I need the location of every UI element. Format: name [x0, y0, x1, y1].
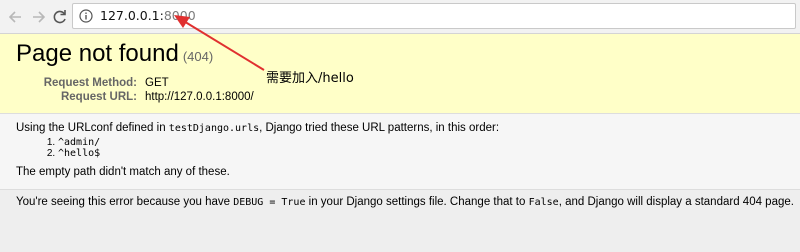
url-host: 127.0.0.1:: [100, 8, 164, 23]
request-method-label: Request Method:: [43, 77, 137, 89]
debug-setting-code: DEBUG = True: [233, 197, 306, 208]
urlconf-intro: Using the URLconf defined in testDjango.…: [16, 122, 499, 134]
forward-button[interactable]: [28, 6, 48, 28]
explanation-after: , and Django will display a standard 404…: [558, 196, 794, 208]
empty-path-message: The empty path didn't match any of these…: [16, 166, 230, 178]
url-pattern: ^hello$: [58, 148, 101, 159]
explanation-middle: in your Django settings file. Change tha…: [305, 196, 529, 208]
page-title: Page not found (404): [16, 40, 213, 68]
reload-button[interactable]: [50, 6, 70, 28]
intro-before: Using the URLconf defined in: [16, 122, 169, 134]
table-row: Request Method: GET: [16, 76, 254, 90]
list-item: ^hello$: [58, 148, 100, 159]
forward-arrow-icon: [33, 11, 46, 23]
request-url-label: Request URL:: [60, 91, 137, 103]
urlconf-info: Using the URLconf defined in testDjango.…: [0, 114, 800, 190]
status-code: (404): [182, 49, 214, 64]
info-icon[interactable]: [79, 9, 93, 23]
debug-explanation: You're seeing this error because you hav…: [0, 190, 800, 252]
annotation-note: 需要加入/hello: [266, 71, 354, 86]
request-method-value: GET: [145, 77, 169, 89]
false-code: False: [528, 197, 559, 208]
title-text: Page not found: [16, 40, 179, 67]
back-arrow-icon: [8, 11, 21, 23]
intro-after: , Django tried these URL patterns, in th…: [259, 122, 500, 134]
request-url-value: http://127.0.0.1:8000/: [145, 91, 254, 103]
url-text: 127.0.0.1:8000: [100, 8, 196, 23]
url-port: 8000: [163, 8, 196, 23]
url-pattern: ^admin/: [58, 137, 101, 148]
back-button[interactable]: [6, 6, 26, 28]
urlconf-module: testDjango.urls: [168, 123, 260, 134]
address-bar[interactable]: 127.0.0.1:8000: [72, 3, 796, 29]
browser-toolbar: 127.0.0.1:8000: [0, 0, 800, 34]
table-row: Request URL: http://127.0.0.1:8000/: [16, 90, 254, 104]
reload-icon: [53, 10, 66, 24]
list-item: ^admin/: [58, 137, 100, 148]
url-pattern-list: ^admin/ ^hello$: [40, 137, 100, 159]
explanation-text: You're seeing this error because you hav…: [16, 196, 794, 208]
request-meta-table: Request Method: GET Request URL: http://…: [16, 76, 254, 104]
explanation-before: You're seeing this error because you hav…: [16, 196, 234, 208]
error-summary: Page not found (404) Request Method: GET …: [0, 34, 800, 114]
